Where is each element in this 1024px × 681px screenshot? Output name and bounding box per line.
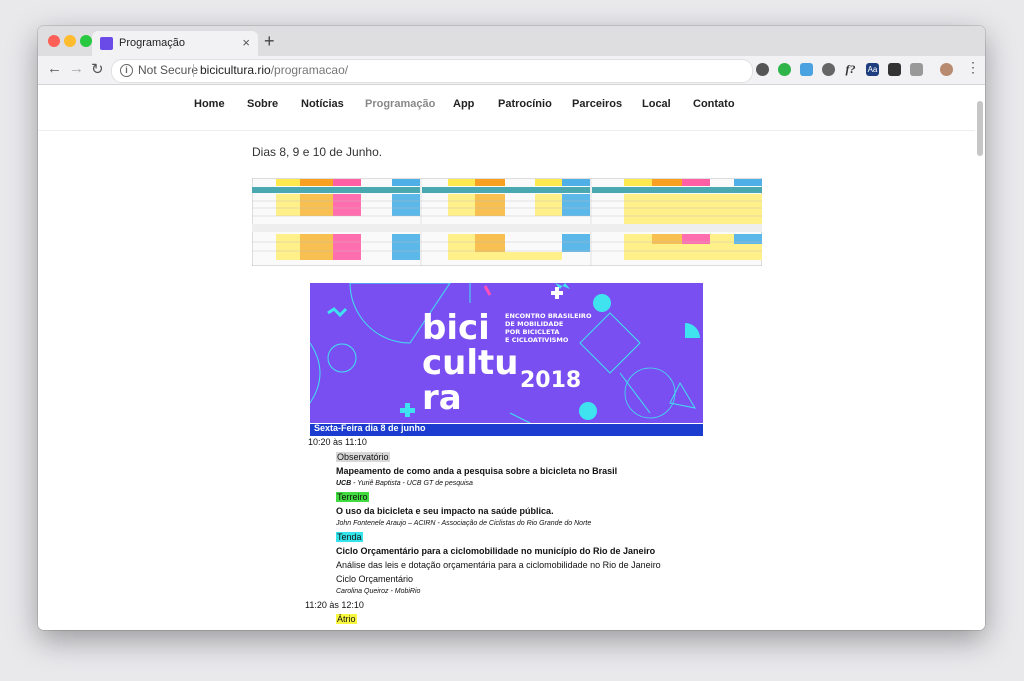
- wordpress-icon[interactable]: [822, 63, 835, 76]
- tab-close-icon[interactable]: ×: [242, 35, 250, 50]
- banner-subtitle-4: E CICLOATIVISMO: [505, 336, 569, 344]
- fx-extension-icon[interactable]: f?: [844, 63, 857, 76]
- logo-line-2: cultu: [422, 343, 518, 383]
- banner-subtitle-3: POR BICICLETA: [505, 328, 559, 336]
- tab-bar: Programação × +: [38, 26, 985, 56]
- eyedropper-icon[interactable]: [888, 63, 901, 76]
- font-extension-icon[interactable]: Aa: [866, 63, 879, 76]
- nav-app[interactable]: App: [453, 98, 474, 110]
- talk-org-1: UCB: [336, 480, 352, 487]
- browser-toolbar: ← → ↻ i Not Secure bicicultura.rio/progr…: [38, 56, 985, 85]
- camera-icon[interactable]: [910, 63, 923, 76]
- slot1-time: 10:20 às 11:10: [308, 437, 367, 447]
- nav-programacao[interactable]: Programação: [365, 98, 435, 110]
- talk-title-3: Ciclo Orçamentário para a ciclomobilidad…: [336, 546, 656, 556]
- page-content: Home Sobre Notícias Programação App Patr…: [38, 85, 985, 630]
- not-secure-label: Not Secure: [138, 63, 199, 77]
- talk-speaker-1-text: - Yuriê Baptista - UCB GT de pesquisa: [351, 480, 473, 487]
- banner-year: 2018: [520, 368, 581, 393]
- room-label-terreiro: Terreiro: [336, 492, 369, 502]
- pocket-icon[interactable]: [756, 63, 769, 76]
- room-label-tenda: Tenda: [336, 532, 363, 542]
- new-tab-button[interactable]: +: [264, 31, 275, 52]
- profile-avatar[interactable]: [940, 63, 953, 76]
- info-icon[interactable]: i: [120, 64, 133, 77]
- address-bar[interactable]: i Not Secure bicicultura.rio/programacao…: [111, 59, 813, 83]
- url-host: bicicultura.rio: [200, 63, 271, 77]
- day-heading-bar: Sexta-Feira dia 8 de junho: [310, 423, 703, 436]
- forward-arrow-icon[interactable]: →: [69, 60, 84, 77]
- url-text[interactable]: bicicultura.rio/programacao/: [200, 63, 348, 77]
- main-nav: Home Sobre Notícias Programação App Patr…: [38, 85, 975, 131]
- url-path: /programacao/: [270, 63, 349, 77]
- nav-sobre[interactable]: Sobre: [247, 98, 278, 110]
- extension-green-icon[interactable]: [778, 63, 791, 76]
- browser-window: Programação × + ← → ↻ i Not Secure bicic…: [38, 26, 985, 630]
- tab-programacao[interactable]: Programação ×: [92, 31, 258, 56]
- banner-artwork: bici cultu ra 2018 ENCONTRO BRASILEIRO D…: [310, 283, 703, 423]
- banner-subtitle-2: DE MOBILIDADE: [505, 320, 563, 328]
- close-window-button[interactable]: [48, 35, 60, 47]
- talk-title-1: Mapeamento de como anda a pesquisa sobre…: [336, 466, 618, 476]
- nav-patrocinio[interactable]: Patrocínio: [498, 98, 552, 110]
- minimize-window-button[interactable]: [64, 35, 76, 47]
- talk-speaker-2: John Fontenele Araujo – ACIRN - Associaç…: [336, 520, 592, 527]
- talk-title-2: O uso da bicicleta e seu impacto na saúd…: [336, 506, 554, 516]
- extension-blue-icon[interactable]: [800, 63, 813, 76]
- talk-desc-3a: Análise das leis e dotação orçamentária …: [336, 560, 661, 570]
- room-label-atrio: Átrio: [336, 614, 357, 624]
- nav-home[interactable]: Home: [194, 98, 225, 110]
- back-arrow-icon[interactable]: ←: [47, 60, 62, 77]
- talk-speaker-1: UCB - Yuriê Baptista - UCB GT de pesquis…: [336, 480, 473, 487]
- slot2-time: 11:20 às 12:10: [305, 600, 364, 610]
- banner-subtitle-1: ENCONTRO BRASILEIRO: [505, 312, 592, 320]
- nav-local[interactable]: Local: [642, 98, 671, 110]
- room-label-observatorio: Observatório: [336, 452, 390, 462]
- nav-contato[interactable]: Contato: [693, 98, 735, 110]
- zoom-window-button[interactable]: [80, 35, 92, 47]
- reload-icon[interactable]: ↻: [91, 60, 104, 78]
- logo-line-3: ra: [422, 378, 462, 418]
- logo-line-1: bici: [422, 308, 490, 348]
- talk-desc-3b: Ciclo Orçamentário: [336, 574, 414, 584]
- days-text: Dias 8, 9 e 10 de Junho.: [252, 145, 383, 159]
- divider: [193, 64, 194, 77]
- nav-parceiros[interactable]: Parceiros: [572, 98, 622, 110]
- tab-title: Programação: [119, 37, 186, 49]
- schedule-grid-image[interactable]: [252, 178, 762, 266]
- menu-dots-icon[interactable]: ⋮: [966, 59, 980, 76]
- site-favicon-icon: [100, 37, 113, 50]
- scrollbar[interactable]: [977, 101, 983, 156]
- bicicultura-banner: bici cultu ra 2018 ENCONTRO BRASILEIRO D…: [310, 283, 703, 423]
- nav-noticias[interactable]: Notícias: [301, 98, 344, 110]
- day-heading: Sexta-Feira dia 8 de junho: [314, 423, 426, 433]
- talk-speaker-3: Carolina Queiroz - MobiRio: [336, 588, 421, 595]
